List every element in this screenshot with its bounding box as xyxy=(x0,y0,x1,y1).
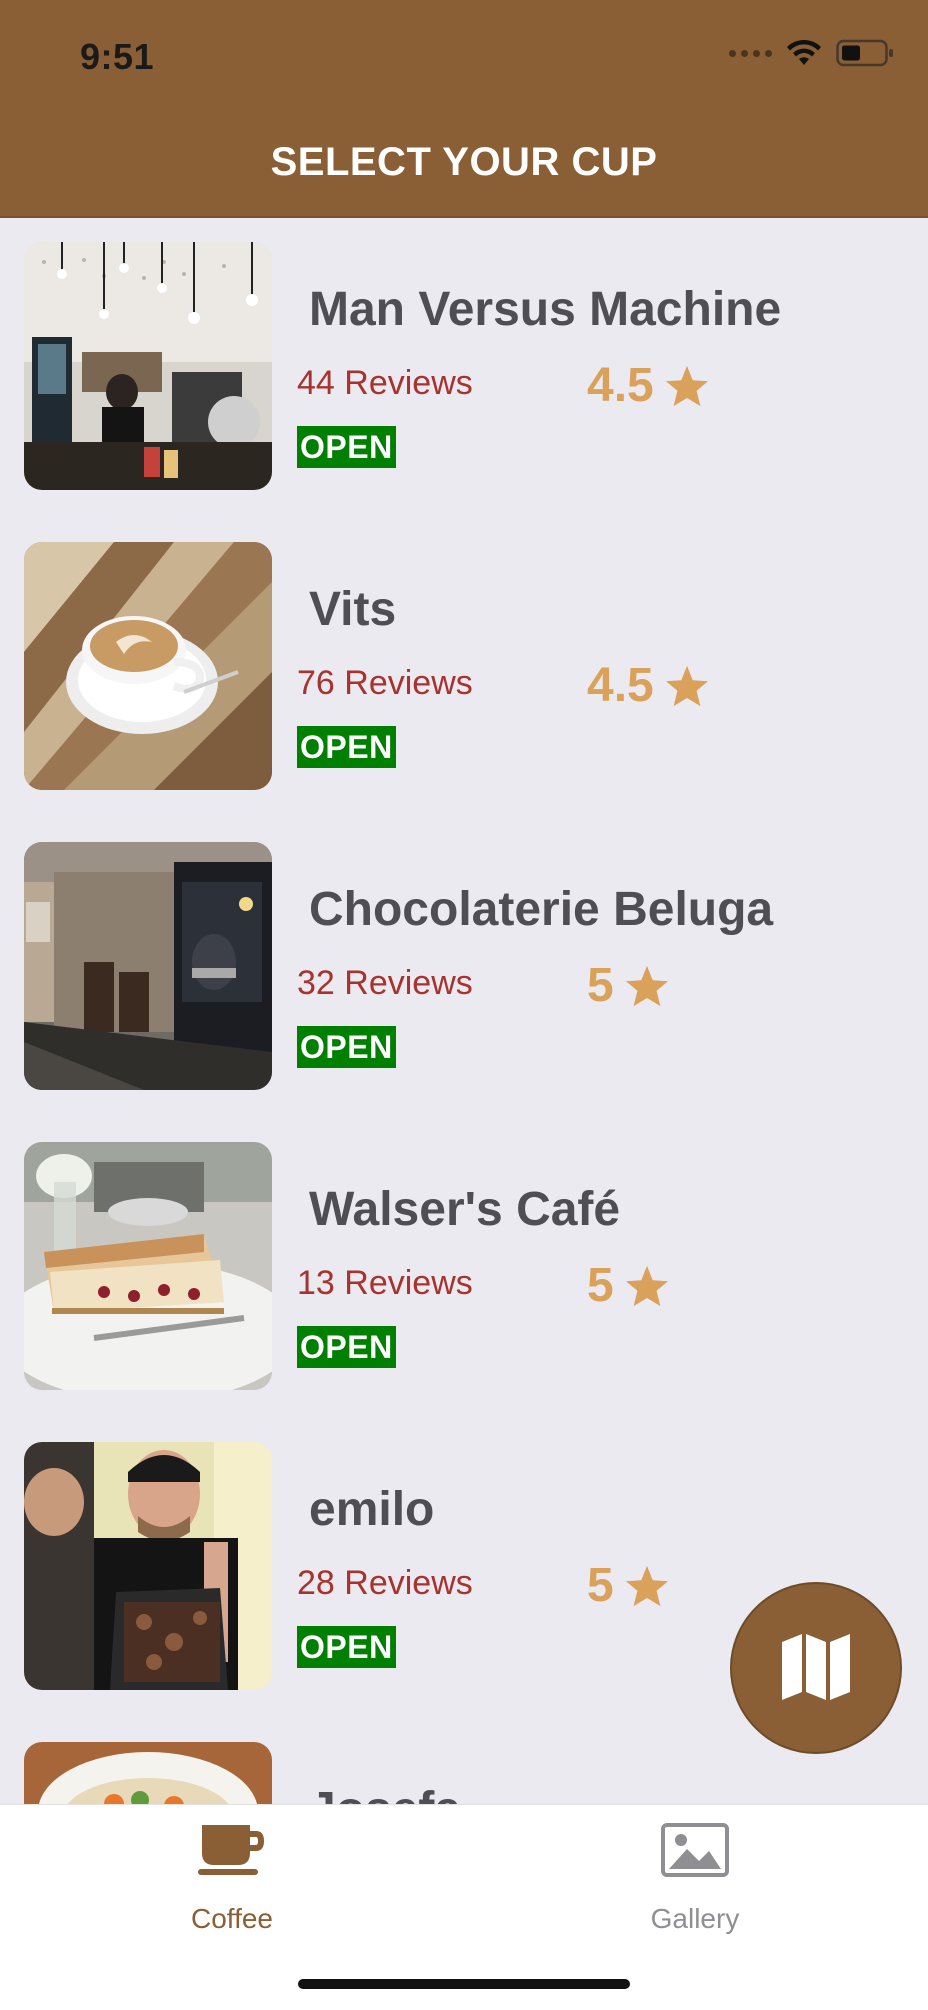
rating: 4.5 xyxy=(587,358,710,413)
shop-photo xyxy=(24,1442,272,1690)
rating: 5 xyxy=(587,1258,670,1313)
rating-value: 5 xyxy=(587,1559,614,1612)
shop-photo xyxy=(24,242,272,490)
page-title: SELECT YOUR CUP xyxy=(270,140,658,184)
review-count: 76 Reviews xyxy=(297,664,473,702)
status-time: 9:51 xyxy=(80,36,155,77)
tab-bar: Coffee Gallery xyxy=(0,1804,928,2010)
star-icon xyxy=(664,664,710,708)
map-button[interactable] xyxy=(730,1582,902,1754)
status-badge: OPEN xyxy=(297,426,396,468)
status-badge: OPEN xyxy=(297,1026,396,1068)
review-count: 32 Reviews xyxy=(297,964,473,1002)
shop-photo xyxy=(24,1142,272,1390)
rating: 5 xyxy=(587,958,670,1013)
coffee-cup-icon xyxy=(132,1823,332,1887)
review-count: 28 Reviews xyxy=(297,1564,473,1602)
tab-label: Coffee xyxy=(191,1903,273,1934)
app-header: 9:51 SELECT YOUR CUP xyxy=(0,0,928,218)
tab-coffee[interactable]: Coffee xyxy=(132,1823,332,1935)
battery-icon xyxy=(836,39,894,67)
list-item[interactable]: Vits 76 Reviews 4.5 OPEN xyxy=(0,518,928,818)
status-icons xyxy=(729,38,894,68)
rating: 5 xyxy=(587,1558,670,1613)
review-count: 44 Reviews xyxy=(297,364,473,402)
shop-name: Walser's Café xyxy=(309,1183,621,1236)
coffee-shop-list[interactable]: Man Versus Machine 44 Reviews 4.5 OPEN V… xyxy=(0,218,928,1804)
gallery-icon xyxy=(595,1823,795,1887)
map-icon xyxy=(778,1628,854,1709)
status-badge: OPEN xyxy=(297,1626,396,1668)
star-icon xyxy=(624,1264,670,1308)
list-item[interactable]: Walser's Café 13 Reviews 5 OPEN xyxy=(0,1118,928,1418)
shop-name: Josefa xyxy=(309,1782,461,1804)
shop-name: Vits xyxy=(309,583,397,636)
rating-value: 5 xyxy=(587,1259,614,1312)
list-item[interactable]: Chocolaterie Beluga 32 Reviews 5 OPEN xyxy=(0,818,928,1118)
star-icon xyxy=(624,964,670,1008)
star-icon xyxy=(624,1564,670,1608)
shop-name: Man Versus Machine xyxy=(309,283,782,336)
rating-value: 5 xyxy=(587,959,614,1012)
rating: 4.5 xyxy=(587,658,710,713)
list-item[interactable]: Man Versus Machine 44 Reviews 4.5 OPEN xyxy=(0,218,928,518)
shop-name: emilo xyxy=(309,1483,435,1536)
rating-value: 4.5 xyxy=(587,359,654,412)
wifi-icon xyxy=(786,39,822,67)
star-icon xyxy=(664,364,710,408)
cellular-signal-icon xyxy=(729,38,772,68)
status-badge: OPEN xyxy=(297,1326,396,1368)
shop-photo xyxy=(24,1742,272,1804)
shop-photo xyxy=(24,842,272,1090)
review-count: 13 Reviews xyxy=(297,1264,473,1302)
rating-value: 4.5 xyxy=(587,659,654,712)
tab-gallery[interactable]: Gallery xyxy=(595,1823,795,1935)
home-indicator xyxy=(298,1979,630,1989)
shop-name: Chocolaterie Beluga xyxy=(309,883,774,936)
shop-photo xyxy=(24,542,272,790)
status-badge: OPEN xyxy=(297,726,396,768)
tab-label: Gallery xyxy=(650,1903,740,1934)
